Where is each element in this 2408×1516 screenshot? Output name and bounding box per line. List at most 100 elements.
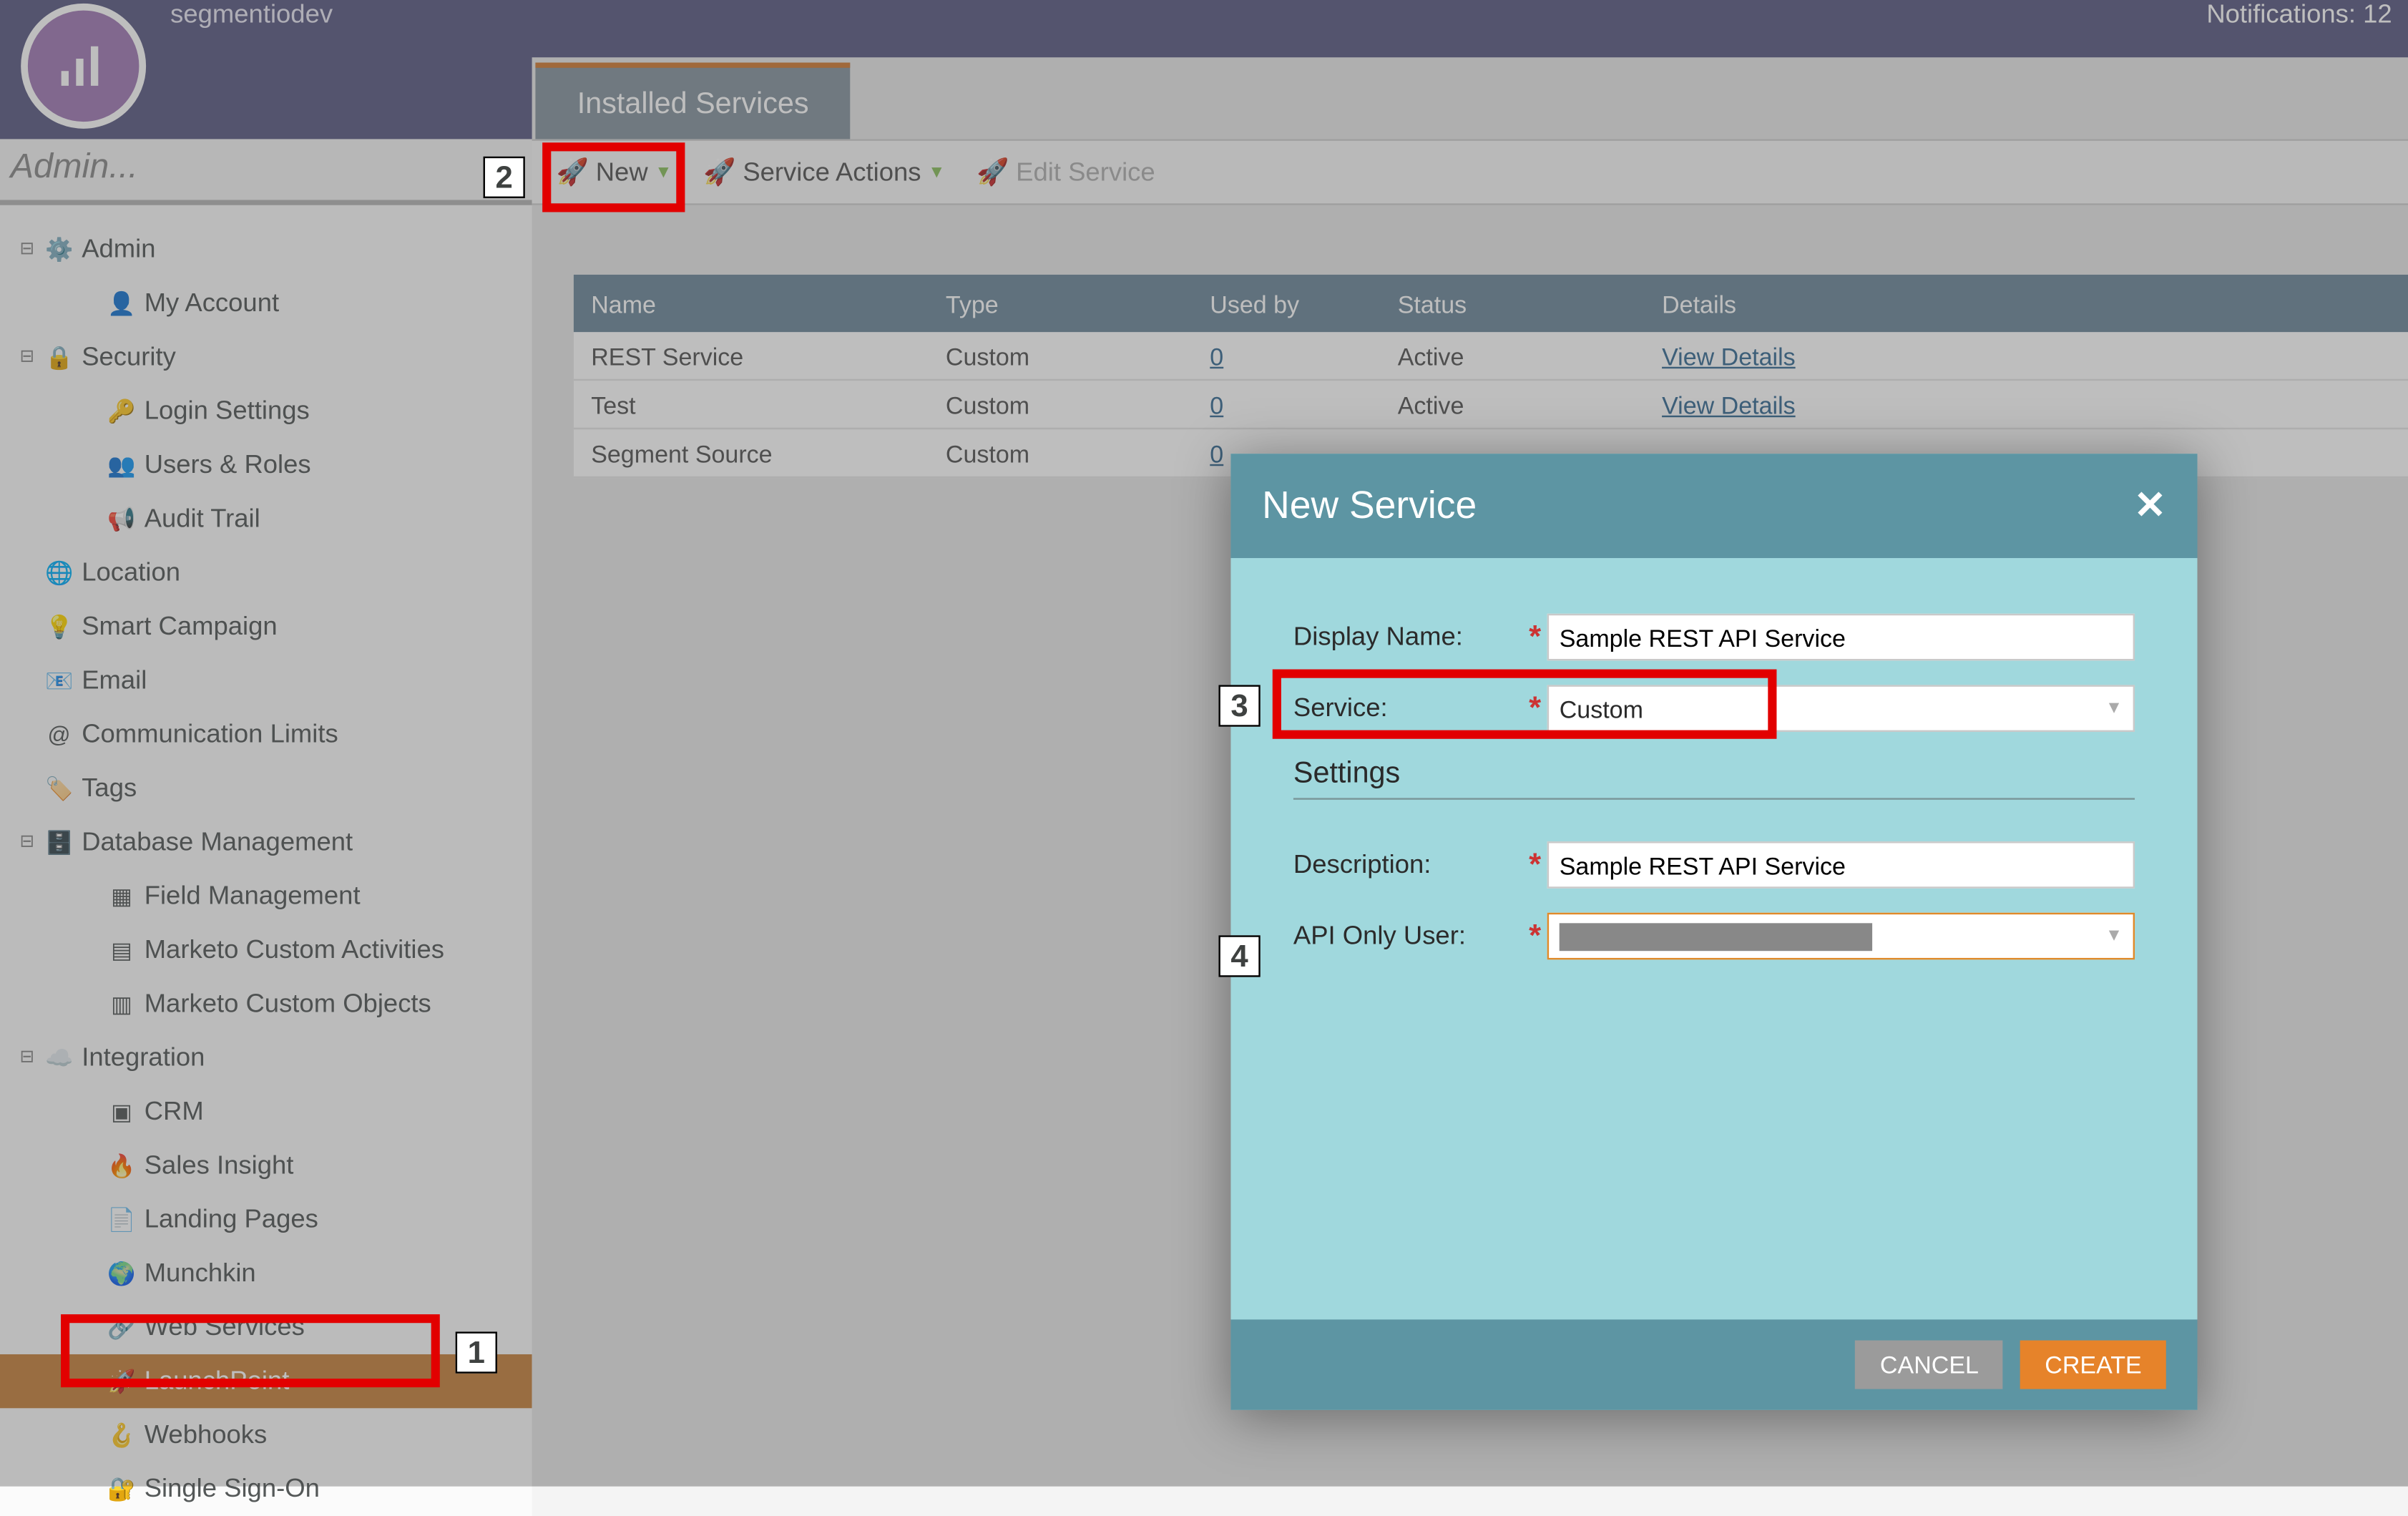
- used-link[interactable]: 0: [1210, 341, 1223, 369]
- row-api-user: API Only User: * ▼: [1293, 913, 2135, 960]
- sidebar-item-webhooks[interactable]: 🪝Webhooks: [0, 1408, 532, 1462]
- sidebar-item-security[interactable]: ⊟🔒Security: [0, 331, 532, 384]
- toggle-icon: [80, 886, 99, 906]
- toggle-icon: [80, 1480, 99, 1499]
- display-name-input[interactable]: [1547, 614, 2135, 661]
- crm-icon: ▣: [108, 1098, 136, 1126]
- close-icon[interactable]: ✕: [2134, 484, 2166, 529]
- col-status[interactable]: Status: [1380, 290, 1644, 318]
- description-label: Description:: [1293, 850, 1523, 879]
- service-label: Service:: [1293, 694, 1523, 723]
- toggle-icon: [80, 294, 99, 313]
- sidebar-item-email[interactable]: 📧Email: [0, 654, 532, 708]
- sidebar-item-label: Web Services: [145, 1313, 305, 1342]
- sidebar-item-single-sign-on[interactable]: 🔐Single Sign-On: [0, 1462, 532, 1516]
- rocket-icon: 🚀: [557, 157, 589, 188]
- sidebar-item-users-roles[interactable]: 👥 Users & Roles: [0, 438, 532, 492]
- sidebar-item-sales-insight[interactable]: 🔥Sales Insight: [0, 1139, 532, 1193]
- details-link[interactable]: View Details: [1662, 341, 1796, 369]
- toolbar: 🚀 New ▼ 🚀 Service Actions ▼ 🚀 Edit Servi…: [532, 139, 2408, 205]
- cell-name: Segment Source: [574, 439, 929, 467]
- table-row[interactable]: REST ServiceCustom0ActiveView Details: [574, 332, 2408, 381]
- sidebar-item-integration[interactable]: ⊟☁️Integration: [0, 1031, 532, 1085]
- cell-type: Custom: [929, 391, 1193, 419]
- details-link[interactable]: View Details: [1662, 391, 1796, 419]
- sidebar-item-web-services[interactable]: 🔗Web Services: [0, 1301, 532, 1354]
- create-button[interactable]: CREATE: [2020, 1341, 2166, 1389]
- sidebar-item-munchkin[interactable]: 🌍Munchkin: [0, 1246, 532, 1300]
- cell-type: Custom: [929, 439, 1193, 467]
- new-button[interactable]: 🚀 New ▼: [557, 157, 672, 188]
- sidebar-item-launchpoint[interactable]: 🚀 LaunchPoint: [0, 1354, 532, 1408]
- sidebar-item-label: LaunchPoint: [145, 1366, 290, 1396]
- col-name[interactable]: Name: [574, 290, 929, 318]
- cell-name: REST Service: [574, 341, 929, 369]
- dialog-title: New Service: [1262, 484, 1477, 529]
- edit-service-button: 🚀 Edit Service: [977, 157, 1155, 188]
- col-type[interactable]: Type: [929, 290, 1193, 318]
- toggle-icon: [80, 456, 99, 475]
- col-used[interactable]: Used by: [1193, 290, 1380, 318]
- toggle-icon: [80, 1264, 99, 1283]
- sidebar-item-crm[interactable]: ▣ CRM: [0, 1085, 532, 1138]
- toggle-icon: [80, 509, 99, 529]
- settings-header: Settings: [1293, 756, 2135, 791]
- toggle-icon: [80, 1210, 99, 1229]
- world-icon: 🌍: [108, 1260, 136, 1288]
- sidebar-item-marketo-custom-objects[interactable]: ▥Marketo Custom Objects: [0, 977, 532, 1031]
- objects-icon: ▥: [108, 990, 136, 1018]
- service-select[interactable]: Custom ▼: [1547, 685, 2135, 732]
- tab-installed-services[interactable]: Installed Services: [535, 62, 850, 139]
- row-description: Description: *: [1293, 841, 2135, 889]
- sidebar-item-landing-pages[interactable]: 📄 Landing Pages: [0, 1193, 532, 1246]
- sidebar-item-location[interactable]: 🌐Location: [0, 546, 532, 600]
- description-input[interactable]: [1547, 841, 2135, 889]
- used-link[interactable]: 0: [1210, 439, 1223, 467]
- page-icon: 📄: [108, 1206, 136, 1233]
- sidebar-item-admin[interactable]: ⊟⚙️Admin: [0, 222, 532, 276]
- cancel-button[interactable]: CANCEL: [1856, 1341, 2003, 1389]
- chevron-down-icon: ▼: [2105, 926, 2123, 946]
- api-user-select[interactable]: ▼: [1547, 913, 2135, 960]
- notifications-link[interactable]: Notifications: 12: [2206, 0, 2392, 29]
- sidebar-item-my-account[interactable]: 👤My Account: [0, 276, 532, 330]
- globe-icon: 🌐: [45, 559, 73, 587]
- cell-status: Active: [1380, 341, 1644, 369]
- service-actions-button[interactable]: 🚀 Service Actions ▼: [703, 157, 945, 188]
- account-name[interactable]: segmentiodev: [170, 0, 333, 29]
- megaphone-icon: 📢: [108, 505, 136, 533]
- toggle-icon: [80, 994, 99, 1014]
- field-icon: ▦: [108, 882, 136, 910]
- sso-icon: 🔐: [108, 1475, 136, 1503]
- mail-icon: 📧: [45, 667, 73, 695]
- chevron-down-icon: ▼: [928, 162, 945, 182]
- sidebar-item-field-management[interactable]: ▦Field Management: [0, 869, 532, 923]
- sidebar-item-label: Tags: [82, 773, 137, 803]
- sidebar-item-database-management[interactable]: ⊟🗄️Database Management: [0, 816, 532, 869]
- col-details[interactable]: Details: [1645, 290, 2408, 318]
- cell-name: Test: [574, 391, 929, 419]
- sidebar-item-audit-trail[interactable]: 📢Audit Trail: [0, 492, 532, 546]
- chevron-down-icon: ▼: [655, 162, 672, 182]
- sidebar-item-smart-campaign[interactable]: 💡Smart Campaign: [0, 600, 532, 653]
- sidebar-item-marketo-custom-activities[interactable]: ▤Marketo Custom Activities: [0, 923, 532, 977]
- used-link[interactable]: 0: [1210, 391, 1223, 419]
- dialog-footer: CANCEL CREATE: [1230, 1319, 2197, 1409]
- toggle-icon: [17, 725, 36, 744]
- rocket-icon: 🚀: [108, 1367, 136, 1395]
- sidebar-item-label: CRM: [145, 1097, 204, 1126]
- rocket-icon: 🚀: [703, 157, 735, 188]
- sidebar-item-tags[interactable]: 🏷️Tags: [0, 761, 532, 815]
- users-icon: 👥: [108, 451, 136, 479]
- sidebar-item-label: Security: [82, 343, 176, 372]
- sidebar-item-label: Landing Pages: [145, 1205, 318, 1234]
- table-row[interactable]: TestCustom0ActiveView Details: [574, 381, 2408, 429]
- sidebar-item-login-settings[interactable]: 🔑Login Settings: [0, 384, 532, 438]
- sidebar-item-label: Users & Roles: [145, 450, 311, 479]
- cell-used: 0: [1193, 341, 1380, 369]
- toggle-icon: [17, 563, 36, 582]
- sidebar-item-communication-limits[interactable]: @Communication Limits: [0, 708, 532, 761]
- fire-icon: 🔥: [108, 1152, 136, 1180]
- sidebar-item-label: Marketo Custom Activities: [145, 935, 444, 964]
- edit-label: Edit Service: [1016, 157, 1155, 187]
